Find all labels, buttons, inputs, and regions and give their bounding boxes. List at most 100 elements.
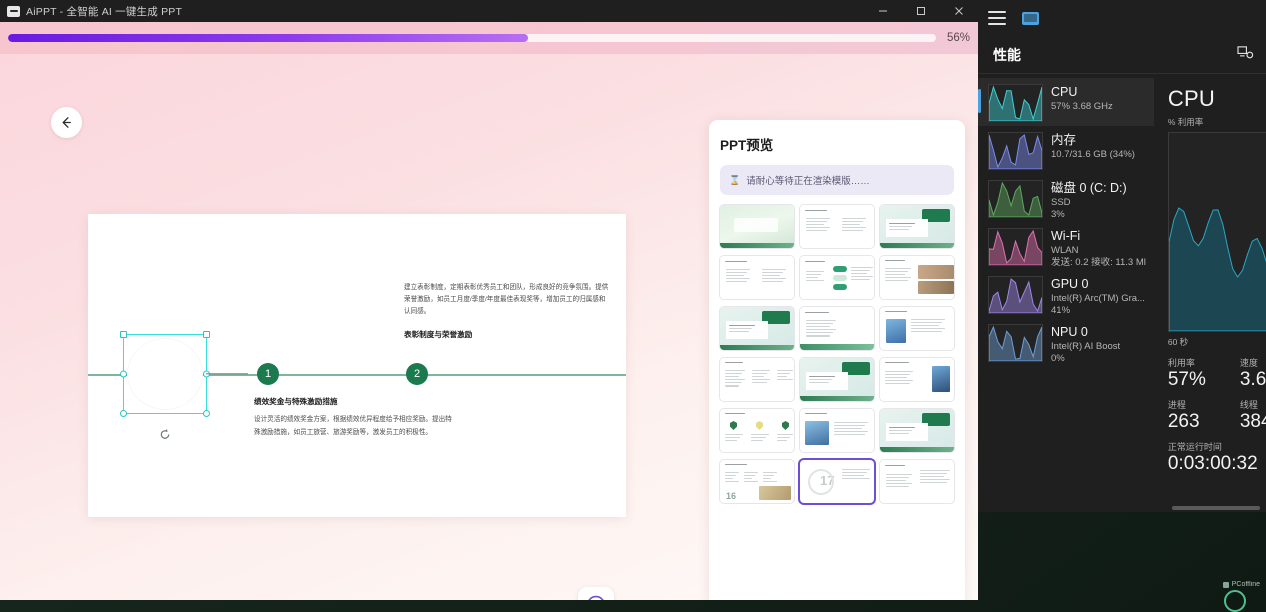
shape-connector-line [206,373,248,375]
slide-thumbnail[interactable] [720,409,794,452]
device-sub2: 发送: 0.2 接收: 11.3 Ml [1051,257,1146,269]
device-name: NPU 0 [1051,325,1088,339]
device-sub1: WLAN [1051,244,1079,256]
slide-thumbnail[interactable] [720,205,794,248]
task-manager-body: CPU 57% 3.68 GHz 内存 10.7/31.6 GB (34%) 磁盘 0 … [978,74,1266,512]
device-name: 磁盘 0 (C: D:) [1051,181,1127,195]
slide-text-block-bottom[interactable]: 绩效奖金与特殊激励措施 设计灵活的绩效奖金方案，根据绩效优异程度给予相应奖励。提… [254,396,454,439]
stat-uptime: 正常运行时间 0:03:00:32 [1168,440,1266,475]
slide-thumbnail[interactable] [800,409,874,452]
resource-monitor-icon[interactable] [1237,45,1254,65]
device-name: 内存 [1051,133,1077,147]
hamburger-menu-icon[interactable] [988,11,1006,25]
resize-handle-bottom-left[interactable] [120,410,127,417]
stat-value: 57% [1167,369,1206,390]
tray-icon [1222,581,1229,588]
device-list-item[interactable]: Wi-Fi WLAN 发送: 0.2 接收: 11.3 Ml [978,222,1154,270]
device-mini-graph [988,324,1043,362]
task-manager-window: 性能 CPU 57% 3.68 GHz 内存 10.7/31.6 GB (34%) 磁盘… [978,0,1266,512]
chart-time-label: 60 秒 [1167,337,1189,347]
device-sub2: 0% [1051,353,1065,365]
stat-value: 3848 [1239,410,1266,432]
tray-label: PCoffline [1231,581,1260,588]
performance-tab-icon[interactable] [1022,11,1039,25]
maximize-icon[interactable] [902,0,940,22]
device-sub1: SSD [1051,196,1071,208]
close-icon[interactable] [940,0,978,22]
resize-handle-bottom-right[interactable] [203,410,210,417]
stat-processes: 进程 263 [1168,398,1222,433]
system-tray[interactable]: PCoffline [1222,581,1260,588]
slide-bottom-heading: 绩效奖金与特殊激励措施 [254,397,338,406]
device-name: CPU [1051,85,1078,99]
selection-box [120,331,248,417]
stat-label: 速度 [1239,358,1258,368]
device-list-item[interactable]: 内存 10.7/31.6 GB (34%) [978,126,1154,174]
resize-handle-top-right[interactable] [203,331,210,338]
back-button[interactable] [51,107,82,138]
horizontal-scrollbar[interactable] [978,504,1266,512]
device-list-item[interactable]: CPU 57% 3.68 GHz [978,78,1154,126]
slide-thumbnail[interactable]: 17 [800,460,874,503]
resize-handle-top-left[interactable] [120,331,127,338]
device-sub1: Intel(R) Arc(TM) Gra... [1051,292,1145,304]
resize-handle-middle-left[interactable] [120,370,127,378]
device-mini-graph [988,132,1043,170]
device-mini-graph [988,228,1043,266]
slide-thumbnail[interactable] [880,358,954,401]
desktop-app-icon[interactable] [1224,590,1246,612]
slide-thumbnail[interactable] [720,256,794,299]
scrollbar-thumb[interactable] [1172,506,1260,510]
page-title: 性能 [993,46,1021,63]
render-status-note: ⌛ 请耐心等待正在渲染模版…… [720,165,954,195]
slide-thumbnail[interactable] [880,205,954,248]
progress-track [8,34,936,42]
slide-thumbnail[interactable] [720,358,794,401]
slide-thumbnail[interactable] [880,460,954,503]
minimize-icon[interactable] [864,0,902,22]
slide-thumbnail[interactable] [800,205,874,248]
selected-ellipse-shape[interactable] [120,331,248,439]
cpu-usage-chart [1167,132,1266,332]
progress-percent-label: 56% [946,32,970,44]
editor-canvas-area: 1 2 建立表彰制度，定期表彰优秀员工和团队，形成良好的竞争氛围。提供荣誉激励，… [0,54,978,600]
device-mini-graph [988,276,1043,314]
device-list-item[interactable]: 磁盘 0 (C: D:) SSD 3% [978,174,1154,222]
stat-speed: 速度 3.68 GH [1240,356,1266,391]
device-list-item[interactable]: NPU 0 Intel(R) AI Boost 0% [978,318,1154,366]
slide-thumbnail[interactable] [880,256,954,299]
device-sub1: 57% 3.68 GHz [1051,100,1113,112]
stat-value: 3.68 GH [1239,369,1266,390]
slide-canvas[interactable]: 1 2 建立表彰制度，定期表彰优秀员工和团队，形成良好的竞争氛围。提供荣誉激励，… [88,214,626,517]
stat-utilization: 利用率 57% [1168,356,1222,391]
stat-label: 线程 [1239,399,1258,410]
stats-row-1: 利用率 57% 速度 3.68 GH [1168,356,1266,391]
timeline-node-2[interactable]: 2 [406,363,428,385]
help-button[interactable]: ? [578,587,614,600]
slide-thumbnail[interactable] [880,307,954,350]
cpu-stats: 利用率 57% 速度 3.68 GH 进程 263 [1168,356,1266,475]
generation-progress-bar: 56% [0,22,978,54]
rotate-handle-icon[interactable] [159,428,172,441]
uptime-label: 正常运行时间 [1167,441,1222,452]
device-mini-graph [988,84,1043,122]
device-sub2: 41% [1051,305,1071,317]
device-list-item[interactable]: GPU 0 Intel(R) Arc(TM) Gra... 41% [978,270,1154,318]
timeline-node-1[interactable]: 1 [257,363,279,385]
task-manager-toolbar [978,0,1266,36]
progress-fill [8,34,528,42]
slide-thumbnail[interactable]: 16 [720,460,794,503]
aippt-logo-icon [7,5,20,17]
slide-thumbnail[interactable] [720,307,794,350]
slide-thumbnail[interactable] [880,409,954,452]
uptime-value: 0:03:00:32 [1167,452,1258,474]
slide-text-block-top[interactable]: 建立表彰制度，定期表彰优秀员工和团队，形成良好的竞争氛围。提供荣誉激励，如员工月… [404,282,612,340]
slide-thumbnail[interactable] [800,256,874,299]
slide-thumbnail[interactable] [800,307,874,350]
slide-top-heading: 表彰制度与荣誉激励 [404,329,473,339]
slide-thumbnail[interactable] [800,358,874,401]
screen: AiPPT - 全智能 AI 一键生成 PPT 56% 1 2 建立表彰制度，定… [0,0,1266,612]
device-name: GPU 0 [1051,277,1089,291]
device-mini-graph [988,180,1043,218]
ppt-preview-panel: PPT预览 ⌛ 请耐心等待正在渲染模版…… 16 17 [709,120,965,600]
